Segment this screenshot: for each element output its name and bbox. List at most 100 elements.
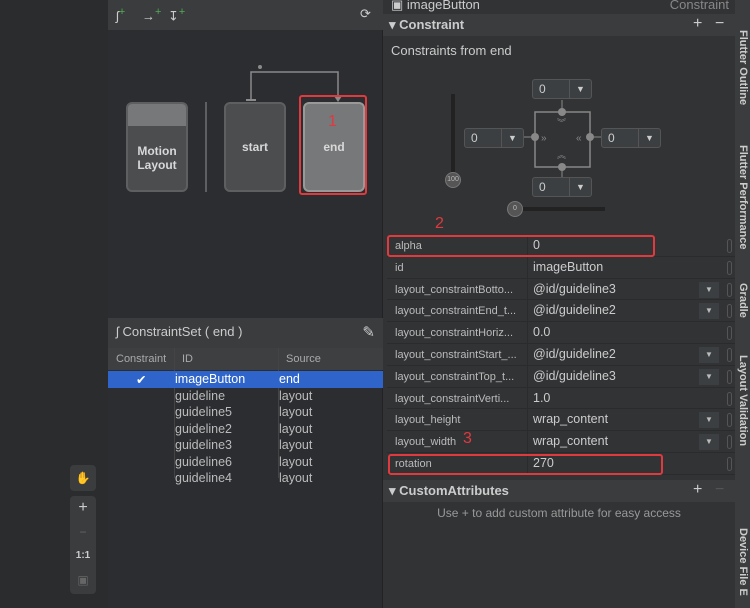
remove-button[interactable]: −	[715, 15, 724, 33]
horizontal-bias-slider[interactable]: 0	[507, 201, 523, 217]
table-row[interactable]: guideline4 layout	[108, 470, 383, 487]
column-source[interactable]: Source	[286, 353, 321, 365]
chevron-down-icon[interactable]: ▼	[569, 80, 591, 98]
annotation-2: 2	[435, 215, 444, 232]
row-source: layout	[279, 438, 313, 452]
property-toggle[interactable]	[727, 348, 732, 362]
fit-screen-button[interactable]: ▣	[70, 568, 96, 592]
divider	[205, 102, 207, 192]
property-value[interactable]: @id/guideline3	[533, 282, 616, 296]
property-row[interactable]: layout_constraintStart_... @id/guideline2…	[387, 344, 735, 366]
chevron-down-icon[interactable]: ▼	[699, 281, 719, 298]
layout-canvas[interactable]: ✋ + − 1:1 ▣	[0, 0, 108, 608]
chevron-down-icon[interactable]: ▼	[638, 129, 660, 147]
property-row[interactable]: layout_constraintHoriz... 0.0	[387, 322, 735, 344]
custom-attributes-hint: Use + to add custom attribute for easy a…	[437, 506, 681, 520]
chevron-down-icon[interactable]: ▼	[569, 178, 591, 196]
add-custom-attribute-button[interactable]: +	[693, 481, 702, 499]
table-header: Constraint ID Source	[108, 348, 383, 478]
table-row[interactable]: guideline2 layout	[108, 421, 383, 438]
side-tab-flutter-outline[interactable]: Flutter Outline	[737, 30, 749, 105]
property-toggle[interactable]	[727, 260, 732, 275]
constraintset-title: ConstraintSet ( end )	[122, 324, 243, 339]
property-value[interactable]: @id/guideline2	[533, 347, 616, 361]
vertical-bias-slider[interactable]: 100	[445, 172, 461, 188]
property-toggle[interactable]	[727, 391, 732, 406]
chevron-down-icon[interactable]: ▼	[501, 129, 523, 147]
margin-top-field[interactable]: 0 ▼	[532, 79, 592, 99]
constraint-section-header[interactable]: ▾ Constraint + −	[383, 14, 735, 36]
table-row[interactable]: guideline layout	[108, 388, 383, 405]
constraints-from-label: Constraints from end	[391, 43, 512, 58]
side-tab-flutter-performance[interactable]: Flutter Performance	[737, 145, 749, 250]
property-value[interactable]: @id/guideline3	[533, 369, 616, 383]
property-row[interactable]: layout_constraintEnd_t... @id/guideline2 ▼	[387, 300, 735, 323]
chevron-down-icon[interactable]: ▼	[699, 303, 719, 320]
property-key: layout_constraintStart_...	[395, 349, 517, 361]
table-row[interactable]: guideline6 layout	[108, 454, 383, 471]
pan-button[interactable]: ✋	[70, 465, 96, 491]
property-row[interactable]: layout_height wrap_content ▼	[387, 409, 735, 432]
svg-text:«: «	[576, 133, 582, 144]
property-key: layout_constraintVerti...	[395, 392, 510, 405]
property-row[interactable]: layout_width wrap_content ▼	[387, 431, 735, 453]
row-source: layout	[279, 471, 313, 485]
chevron-down-icon[interactable]: ▼	[699, 412, 719, 429]
property-value[interactable]: imageButton	[533, 260, 603, 274]
start-node[interactable]: start	[224, 102, 286, 192]
property-toggle[interactable]	[727, 239, 732, 253]
cycle-icon[interactable]: ⟳	[360, 6, 371, 22]
edit-icon[interactable]: ✎	[362, 323, 375, 341]
chevron-down-icon[interactable]: ▼	[699, 434, 719, 451]
row-id: guideline5	[175, 405, 232, 419]
property-value[interactable]: 1.0	[533, 391, 550, 405]
add-button[interactable]: +	[693, 15, 702, 33]
property-value[interactable]: wrap_content	[533, 412, 608, 426]
margin-left-field[interactable]: 0 ▼	[464, 128, 524, 148]
table-row[interactable]: guideline5 layout	[108, 404, 383, 421]
column-constraint[interactable]: Constraint	[116, 353, 166, 365]
attributes-panel: ▣ imageButton Constraint ▾ Constraint + …	[383, 0, 735, 608]
property-toggle[interactable]	[727, 457, 732, 471]
property-key: layout_constraintEnd_t...	[395, 305, 517, 318]
column-id[interactable]: ID	[182, 353, 193, 365]
actual-size-button[interactable]: 1:1	[70, 544, 96, 568]
property-toggle[interactable]	[727, 326, 732, 341]
check-icon: ✔	[136, 373, 147, 387]
zoom-controls: + − 1:1 ▣	[70, 496, 96, 594]
margin-bottom-field[interactable]: 0 ▼	[532, 177, 592, 197]
zoom-out-button[interactable]: −	[70, 520, 96, 544]
property-row[interactable]: layout_constraintVerti... 1.0	[387, 387, 735, 410]
chevron-down-icon[interactable]: ▼	[699, 368, 719, 385]
side-tab-device-file-explorer[interactable]: Device File E	[737, 528, 749, 596]
create-constraintset-icon[interactable]: ʃ+	[116, 6, 125, 23]
property-toggle[interactable]	[727, 282, 732, 297]
side-tab-gradle[interactable]: Gradle	[737, 283, 749, 318]
property-toggle[interactable]	[727, 304, 732, 319]
property-row[interactable]: layout_constraintBotto... @id/guideline3 ▼	[387, 278, 735, 301]
annotation-3: 3	[463, 430, 472, 447]
property-key: layout_height	[395, 414, 461, 427]
create-transition-icon[interactable]: →+	[142, 6, 161, 23]
remove-custom-attribute-button[interactable]: −	[715, 481, 724, 499]
property-value[interactable]: 0.0	[533, 325, 550, 339]
row-id: guideline3	[175, 438, 232, 452]
property-value[interactable]: @id/guideline2	[533, 303, 616, 317]
property-toggle[interactable]	[727, 435, 732, 450]
custom-attributes-header[interactable]: ▾ CustomAttributes + −	[383, 480, 735, 502]
side-tab-layout-validation[interactable]: Layout Validation	[737, 355, 749, 446]
motion-layout-node[interactable]: Motion Layout	[126, 102, 188, 192]
property-row[interactable]: layout_constraintTop_t... @id/guideline3 ▼	[387, 365, 735, 388]
property-toggle[interactable]	[727, 369, 732, 384]
table-row[interactable]: guideline3 layout	[108, 437, 383, 454]
zoom-in-button[interactable]: +	[70, 496, 96, 520]
property-value[interactable]: wrap_content	[533, 434, 608, 448]
property-toggle[interactable]	[727, 413, 732, 428]
margin-right-field[interactable]: 0 ▼	[601, 128, 661, 148]
table-row[interactable]: ✔ imageButton end	[108, 371, 383, 388]
property-key: layout_constraintHoriz...	[395, 327, 513, 340]
property-row[interactable]: id imageButton	[387, 256, 735, 279]
chevron-down-icon[interactable]: ▼	[699, 347, 719, 363]
constraintset-header: ʃ ConstraintSet ( end ) ✎	[108, 318, 383, 348]
create-click-handler-icon[interactable]: ↧+	[168, 6, 185, 24]
